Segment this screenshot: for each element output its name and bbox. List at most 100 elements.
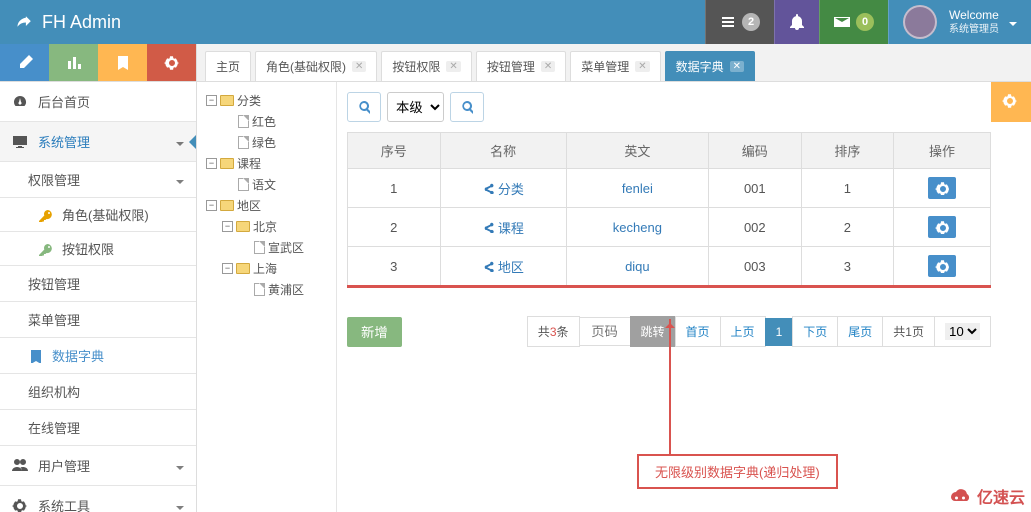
tool-pencil[interactable] xyxy=(0,44,49,81)
notifications-button[interactable] xyxy=(774,0,819,44)
top-bar: FH Admin 2 0 Welcome 系统管理员 xyxy=(0,0,1031,44)
pagination: 共3条 跳转 首页 上页 1 下页 尾页 共1页 10 xyxy=(528,316,991,347)
sidebar-item[interactable]: 在线管理 xyxy=(0,410,196,446)
level-select[interactable]: 本级 xyxy=(387,92,444,122)
cell-en-link[interactable]: kecheng xyxy=(613,220,662,235)
cell-en-link[interactable]: fenlei xyxy=(622,181,653,196)
folder-icon xyxy=(220,158,234,169)
table-header: 排序 xyxy=(801,133,894,169)
tab[interactable]: 角色(基础权限)✕ xyxy=(255,51,377,81)
sidebar-item[interactable]: 按钮管理 xyxy=(0,266,196,302)
sidebar-item[interactable]: 组织机构 xyxy=(0,374,196,410)
dash-icon xyxy=(12,94,28,110)
refresh-button[interactable] xyxy=(347,92,381,122)
tool-chart[interactable] xyxy=(49,44,98,81)
pager-last[interactable]: 尾页 xyxy=(837,316,883,347)
tree-toggle[interactable]: − xyxy=(206,200,217,211)
close-icon[interactable]: ✕ xyxy=(541,61,555,72)
tool-cog[interactable] xyxy=(147,44,196,81)
tree-node[interactable]: −上海 xyxy=(203,258,330,279)
sidebar-item[interactable]: 用户管理 xyxy=(0,446,196,486)
table-header: 序号 xyxy=(348,133,441,169)
close-icon[interactable]: ✕ xyxy=(352,61,366,72)
brand: FH Admin xyxy=(0,12,135,33)
tab[interactable]: 数据字典✕ xyxy=(665,51,755,81)
sidebar-item[interactable]: 后台首页 xyxy=(0,82,196,122)
pager-size[interactable]: 10 xyxy=(934,316,991,347)
tree-label: 宣武区 xyxy=(268,239,304,256)
sidebar-item[interactable]: 菜单管理 xyxy=(0,302,196,338)
sidebar-item[interactable]: 系统管理 xyxy=(0,122,196,162)
tree-node[interactable]: 绿色 xyxy=(203,132,330,153)
tree-node[interactable]: 宣武区 xyxy=(203,237,330,258)
file-icon xyxy=(254,241,265,254)
tree-node[interactable]: 红色 xyxy=(203,111,330,132)
tab[interactable]: 按钮管理 ✕ xyxy=(476,51,566,81)
sidebar-item-label: 组织机构 xyxy=(28,382,80,401)
tab[interactable]: 主页 xyxy=(205,51,251,81)
close-icon[interactable]: ✕ xyxy=(635,61,649,72)
sidebar-item-label: 按钮管理 xyxy=(28,274,80,293)
share-icon xyxy=(482,260,494,272)
tab[interactable]: 菜单管理✕ xyxy=(570,51,660,81)
tasks-icon xyxy=(720,14,736,30)
sidebar-item[interactable]: 角色(基础权限) xyxy=(0,198,196,232)
annotation-underline xyxy=(347,285,991,288)
sidebar-item-label: 在线管理 xyxy=(28,418,80,437)
close-icon[interactable]: ✕ xyxy=(446,61,460,72)
tree-node[interactable]: 语文 xyxy=(203,174,330,195)
tab[interactable]: 按钮权限✕ xyxy=(381,51,471,81)
cell-name-link[interactable]: 地区 xyxy=(482,260,524,275)
sidebar-item[interactable]: 按钮权限 xyxy=(0,232,196,266)
side-toolbar xyxy=(0,44,196,82)
cell-name-link[interactable]: 课程 xyxy=(482,221,524,236)
user-menu[interactable]: Welcome 系统管理员 xyxy=(888,0,1031,44)
pager-pageno[interactable] xyxy=(579,317,631,346)
tool-book[interactable] xyxy=(98,44,147,81)
sidebar-item[interactable]: 数据字典 xyxy=(0,338,196,374)
settings-toggle[interactable] xyxy=(991,82,1031,122)
tree-toggle[interactable]: − xyxy=(222,221,233,232)
sidebar-item[interactable]: 权限管理 xyxy=(0,162,196,198)
leaf-icon xyxy=(14,12,34,32)
welcome-text: Welcome xyxy=(949,9,999,22)
row-action-button[interactable] xyxy=(928,177,956,199)
bar-icon xyxy=(66,55,82,71)
sidebar-item-label: 系统工具 xyxy=(38,496,90,512)
tree-node[interactable]: 黄浦区 xyxy=(203,279,330,300)
search-icon xyxy=(358,100,370,114)
tree-toggle[interactable]: − xyxy=(206,95,217,106)
row-action-button[interactable] xyxy=(928,255,956,277)
close-icon[interactable]: ✕ xyxy=(730,61,744,72)
sidebar-item-label: 权限管理 xyxy=(28,170,80,189)
pager-first[interactable]: 首页 xyxy=(675,316,721,347)
tree-node[interactable]: −北京 xyxy=(203,216,330,237)
tree-node[interactable]: −地区 xyxy=(203,195,330,216)
row-action-button[interactable] xyxy=(928,216,956,238)
tasks-button[interactable]: 2 xyxy=(705,0,774,44)
pager-next[interactable]: 下页 xyxy=(792,316,838,347)
tab-label: 按钮管理 xyxy=(487,58,535,75)
search-button[interactable] xyxy=(450,92,484,122)
tree-toggle[interactable]: − xyxy=(206,158,217,169)
tree-node[interactable]: − 分类 xyxy=(203,90,330,111)
annotation-arrow xyxy=(669,319,671,454)
tree-node[interactable]: −课程 xyxy=(203,153,330,174)
cog-icon xyxy=(164,55,180,71)
add-button[interactable]: 新增 xyxy=(347,317,402,347)
cell-en-link[interactable]: diqu xyxy=(625,259,650,274)
brand-text: FH Admin xyxy=(42,12,121,33)
sidebar-item[interactable]: 系统工具 xyxy=(0,486,196,512)
table-row: 2 课程 kecheng 002 2 xyxy=(348,208,991,247)
avatar xyxy=(903,5,937,39)
sidebar-item-label: 角色(基础权限) xyxy=(62,205,149,224)
username-text: 系统管理员 xyxy=(949,24,999,35)
pager-prev[interactable]: 上页 xyxy=(720,316,766,347)
tree-label: 绿色 xyxy=(252,134,276,151)
cell-name-link[interactable]: 分类 xyxy=(482,182,524,197)
tree-label: 分类 xyxy=(237,92,261,109)
table-header: 英文 xyxy=(566,133,708,169)
tree-toggle[interactable]: − xyxy=(222,263,233,274)
share-icon xyxy=(482,221,494,233)
mail-button[interactable]: 0 xyxy=(819,0,888,44)
